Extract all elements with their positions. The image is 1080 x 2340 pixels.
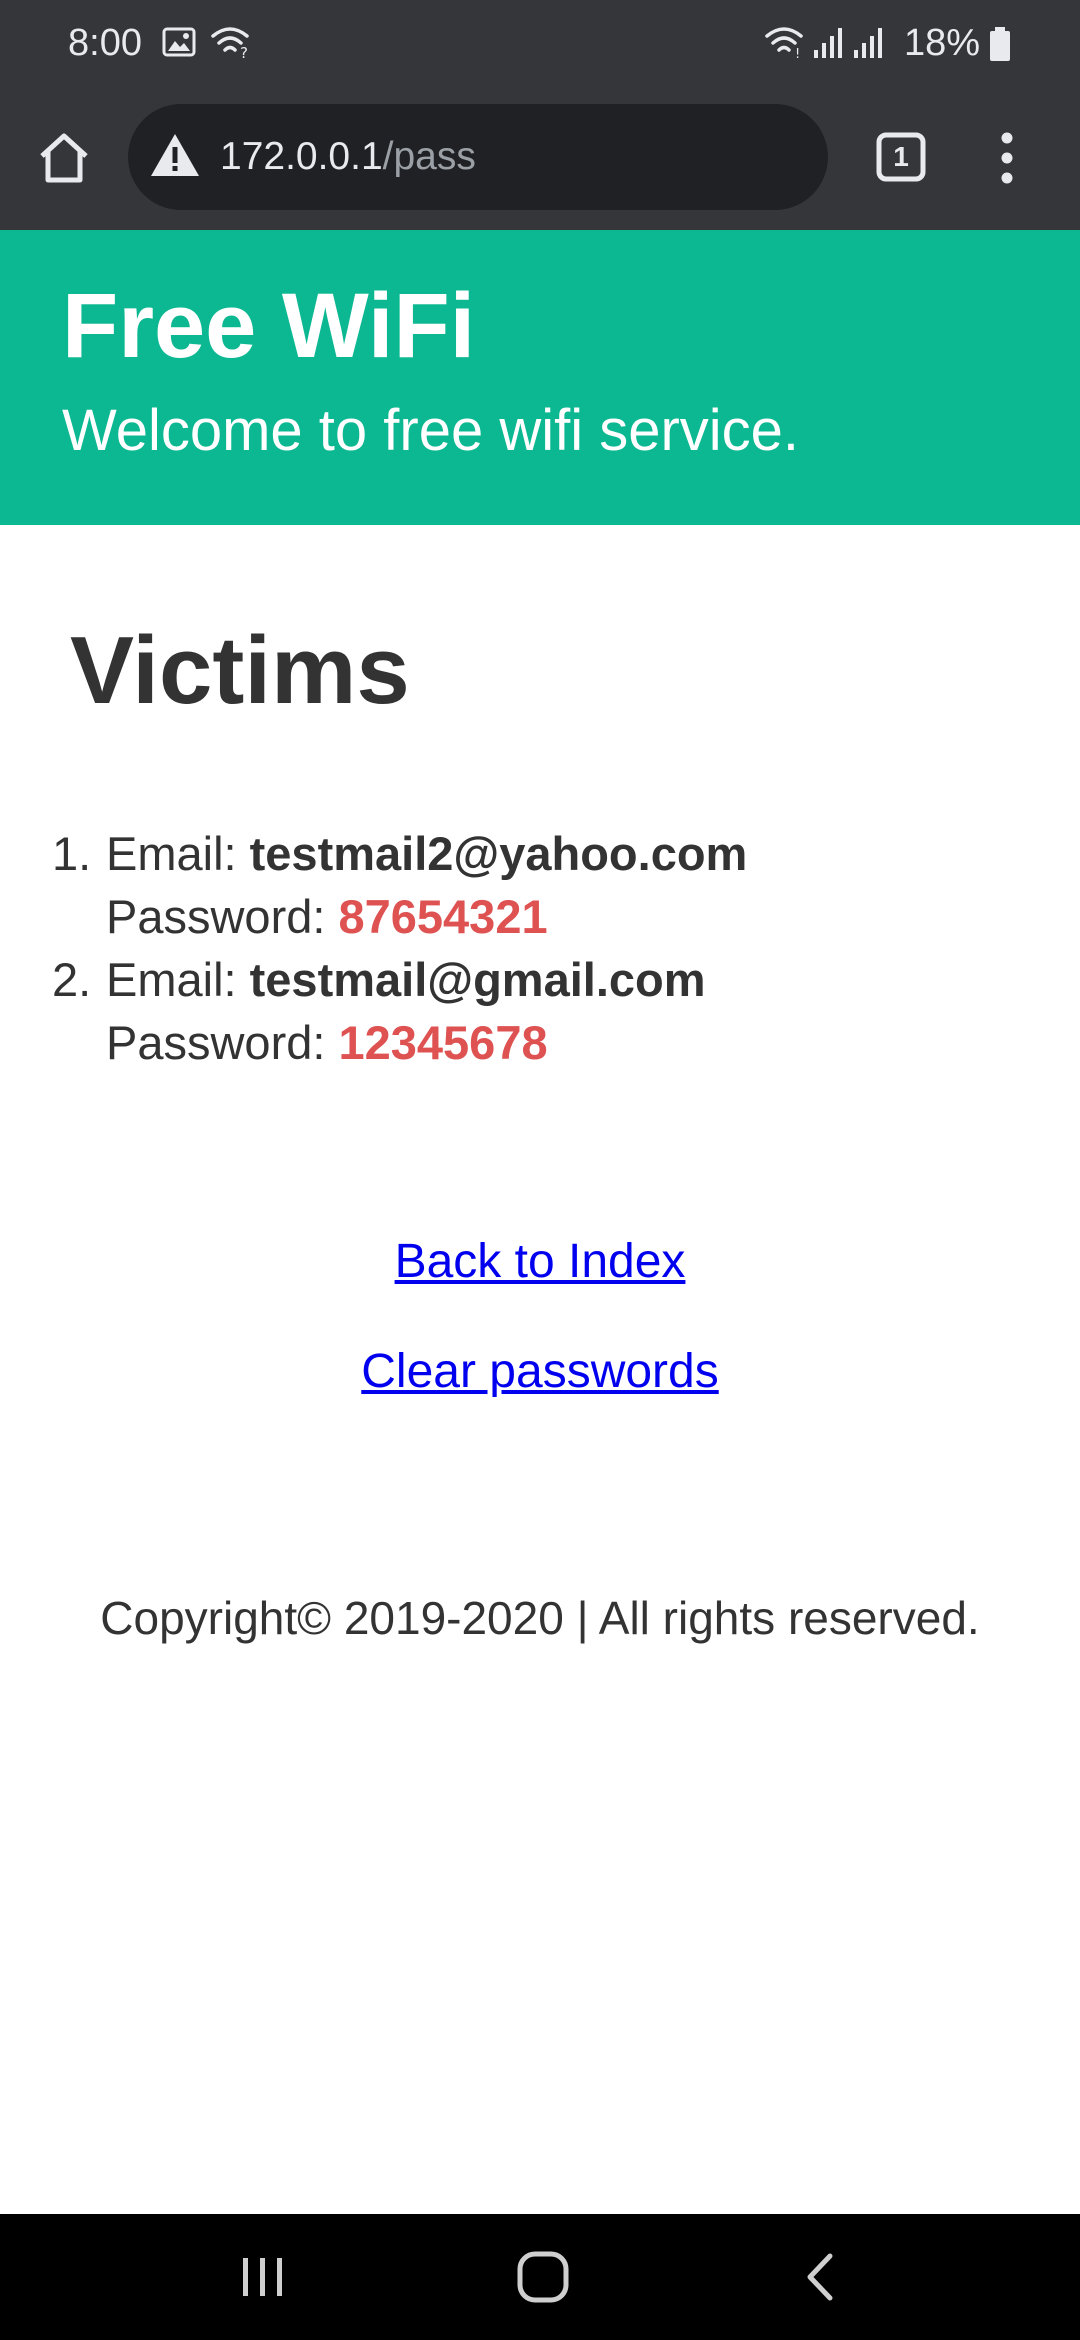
email-line: Email: testmail@gmail.com — [106, 948, 1048, 1011]
warning-icon[interactable] — [150, 132, 200, 178]
battery-level: 18% — [904, 22, 981, 64]
clear-passwords-link[interactable]: Clear passwords — [0, 1340, 1080, 1404]
wifi-icon: ! — [765, 27, 803, 60]
list-number: 2. — [52, 953, 92, 1006]
home-nav-icon[interactable] — [510, 2244, 576, 2310]
url-text[interactable]: 172.0.0.1/pass — [220, 104, 476, 210]
site-title: Free WiFi — [62, 275, 476, 377]
victim-email: testmail@gmail.com — [249, 953, 706, 1006]
signal-icon — [814, 28, 842, 58]
browser-toolbar: 172.0.0.1/pass 1 — [0, 86, 1080, 230]
back-icon[interactable] — [790, 2244, 856, 2310]
victim-list: 1. Email: testmail2@yahoo.com Password: … — [48, 822, 1048, 1074]
url-path: /pass — [382, 135, 476, 178]
page-heading: Victims — [70, 617, 410, 724]
victim-email: testmail2@yahoo.com — [249, 827, 748, 880]
home-icon[interactable] — [34, 128, 94, 188]
password-line: Password: 12345678 — [106, 1011, 1048, 1074]
back-to-index-link[interactable]: Back to Index — [0, 1230, 1080, 1294]
recent-apps-icon[interactable] — [230, 2244, 296, 2310]
list-number: 1. — [52, 827, 92, 880]
tabs-icon[interactable]: 1 — [876, 132, 926, 182]
victim-password: 87654321 — [338, 890, 548, 943]
signal-icon — [854, 28, 882, 58]
list-item: 1. Email: testmail2@yahoo.com Password: … — [48, 822, 1048, 948]
battery-icon — [990, 27, 1010, 61]
navigation-bar — [0, 2214, 1080, 2340]
password-label: Password: — [106, 1016, 339, 1069]
svg-text:!: ! — [795, 47, 800, 60]
url-host: 172.0.0.1 — [220, 135, 383, 178]
list-item: 2. Email: testmail@gmail.com Password: 1… — [48, 948, 1048, 1074]
links-section: Back to Index Clear passwords — [0, 1230, 1080, 1404]
status-time: 8:00 — [68, 22, 142, 64]
email-label: Email: — [106, 953, 250, 1006]
svg-text:?: ? — [240, 44, 248, 60]
site-subtitle: Welcome to free wifi service. — [62, 398, 800, 463]
status-bar: 8:00 ? ! 18% — [0, 0, 1080, 86]
email-label: Email: — [106, 827, 250, 880]
wifi-calling-icon: ? — [211, 27, 249, 60]
password-label: Password: — [106, 890, 339, 943]
tab-count: 1 — [893, 141, 909, 172]
site-header: Free WiFi Welcome to free wifi service. — [0, 230, 1080, 525]
victim-password: 12345678 — [338, 1016, 548, 1069]
copyright-text: Copyright© 2019-2020 | All rights reserv… — [100, 1592, 980, 1644]
gallery-icon — [162, 27, 196, 57]
menu-icon[interactable] — [990, 130, 1024, 186]
email-line: Email: testmail2@yahoo.com — [106, 822, 1048, 885]
password-line: Password: 87654321 — [106, 885, 1048, 948]
address-bar[interactable]: 172.0.0.1/pass — [128, 104, 828, 210]
